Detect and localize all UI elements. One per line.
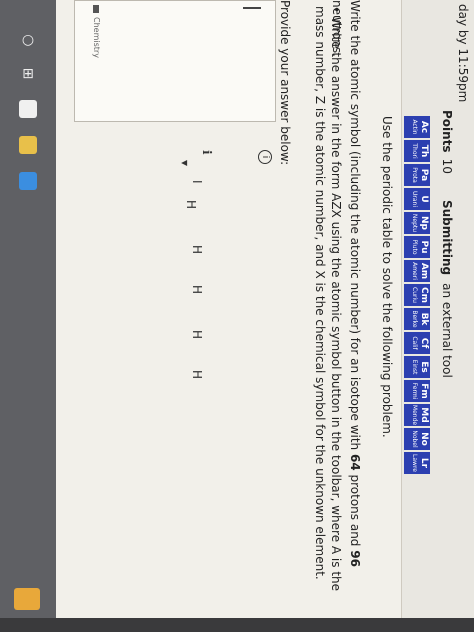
element-pa[interactable]: Pa Prota (404, 164, 430, 186)
info-icon[interactable]: i (258, 150, 272, 164)
element-cf[interactable]: Cf Calif (404, 332, 430, 354)
element-np[interactable]: Np Neptu (404, 212, 430, 234)
element-es[interactable]: Es Einst (404, 356, 430, 378)
toolbar-button-5[interactable]: H (190, 285, 204, 294)
element-cm[interactable]: Cm Curiu (404, 284, 430, 306)
element-no[interactable]: No Nobel (404, 428, 430, 450)
due-date: day by 11:59pm (456, 4, 470, 103)
assignment-header: day by 11:59pm Points10 Submittingan ext… (401, 0, 474, 632)
notification-icon[interactable] (14, 588, 40, 610)
points: Points10 (440, 110, 454, 174)
answer-format-bullet: • Write the answer in the form AZX using… (313, 6, 343, 592)
app-icon-2[interactable] (19, 136, 37, 154)
toolbar-button-3[interactable]: H (184, 200, 198, 209)
app-icon-3[interactable] (19, 172, 37, 190)
toolbar-button-7[interactable]: H (190, 370, 204, 379)
element-lr[interactable]: Lr Lawre (404, 452, 430, 474)
toolbar-button-1[interactable]: ▾ (178, 160, 192, 166)
instruction-text: Use the periodic table to solve the foll… (380, 116, 394, 438)
screen-bezel (0, 618, 474, 632)
task-view-icon[interactable]: ⊞ (18, 64, 38, 84)
element-th[interactable]: Th Thori (404, 140, 430, 162)
app-icon-1[interactable] (19, 100, 37, 118)
rotated-screen: day by 11:59pm Points10 Submittingan ext… (56, 0, 474, 632)
assignment-page: day by 11:59pm Points10 Submittingan ext… (56, 0, 474, 632)
windows-taskbar: ○ ⊞ (0, 0, 56, 618)
toolbar-button-2[interactable]: ℹ (200, 150, 214, 155)
search-icon[interactable]: ○ (18, 30, 38, 50)
element-bk[interactable]: Bk Berke (404, 308, 430, 330)
submitting: Submittingan external tool (440, 200, 454, 378)
element-md[interactable]: Md Mende (404, 404, 430, 426)
answer-input[interactable]: Chemistry (74, 0, 276, 122)
toolbar-button-4[interactable]: H (190, 245, 204, 254)
chemistry-label: Chemistry (92, 5, 101, 58)
element-pu[interactable]: Pu Pluto (404, 236, 430, 258)
element-u[interactable]: U Urani (404, 188, 430, 210)
element-ac[interactable]: Ac Actin (404, 116, 430, 138)
toolbar-button-6[interactable]: H (190, 330, 204, 339)
text-caret (243, 7, 261, 9)
element-fm[interactable]: Fm Fermi (404, 380, 430, 402)
element-am[interactable]: Am Ameri (404, 260, 430, 282)
periodic-table-strip: Ac Actin Th Thori Pa Prota U Urani Np Neptu Pu Plut… (404, 116, 430, 474)
toolbar-button-0[interactable]: I (190, 180, 204, 184)
provide-answer-label: Provide your answer below: (278, 0, 292, 166)
